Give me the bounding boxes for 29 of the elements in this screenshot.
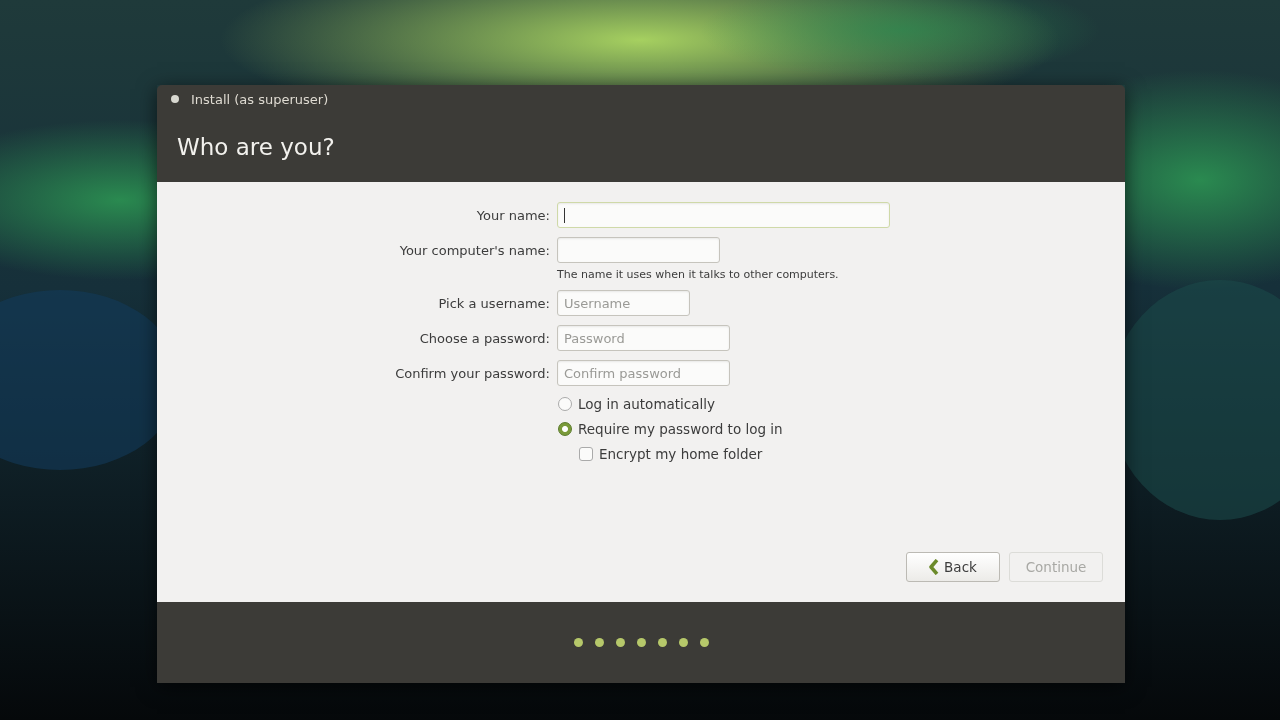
input-field[interactable]: Confirm password — [557, 360, 730, 386]
field-label: Your name: — [476, 207, 550, 223]
field-label: Pick a username: — [438, 295, 550, 311]
input-field[interactable] — [557, 237, 720, 263]
field-label: Your computer's name: — [399, 242, 550, 258]
page-heading: Who are you? — [176, 133, 336, 160]
checkbox[interactable] — [579, 447, 593, 461]
input-field[interactable]: Password — [557, 325, 730, 351]
hint-text: The name it uses when it talks to other computers. — [557, 268, 840, 281]
chevron-left-icon — [929, 559, 940, 575]
progress-dot — [699, 638, 709, 647]
back-button[interactable]: Back — [906, 552, 1000, 582]
field-label: Confirm your password: — [395, 365, 550, 381]
field-label: Choose a password: — [419, 330, 550, 346]
progress-dot — [636, 638, 646, 647]
input-field[interactable] — [557, 202, 890, 228]
progress-dot — [594, 638, 604, 647]
radio-button[interactable] — [558, 397, 572, 411]
option-label: Require my password to log in — [578, 421, 783, 437]
window-dot-icon[interactable] — [171, 95, 179, 103]
progress-dot — [573, 638, 583, 647]
input-field[interactable]: Username — [557, 290, 690, 316]
radio-button[interactable] — [558, 422, 572, 436]
option-label: Encrypt my home folder — [599, 446, 763, 462]
window-title: Install (as superuser) — [191, 91, 329, 107]
option-label: Log in automatically — [578, 396, 716, 412]
progress-dot — [678, 638, 688, 647]
progress-dot — [657, 638, 667, 647]
progress-dot — [615, 638, 625, 647]
